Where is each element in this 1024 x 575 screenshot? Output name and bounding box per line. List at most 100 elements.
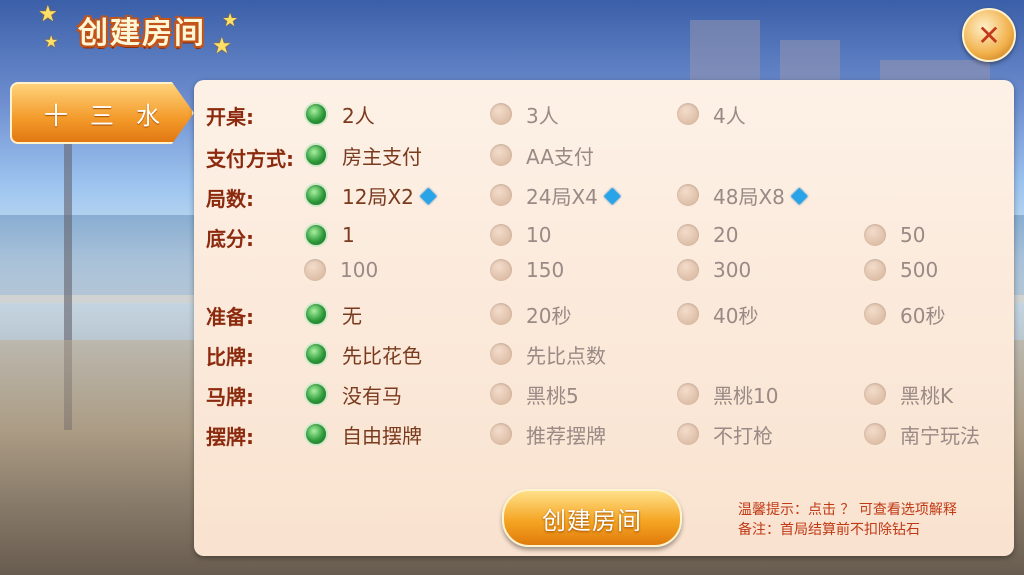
radio-unselected [864,303,886,325]
radio-selected [304,102,328,126]
row-label-base-score: 底分: [206,223,298,252]
option-label: 不打枪 [713,423,773,448]
option-arrange-no-gun[interactable]: 不打枪 [677,421,773,448]
option-score-10[interactable]: 10 [490,222,551,248]
option-label: 无 [342,303,362,328]
star-icon: ★ [222,10,239,31]
row-label-ready: 准备: [206,301,298,330]
option-table-2[interactable]: 2人 [304,101,375,128]
radio-unselected [677,303,699,325]
diamond-icon: ◆ [603,182,621,208]
option-score-150[interactable]: 150 [490,257,564,283]
radio-unselected [864,383,886,405]
option-label: 黑桃10 [713,383,779,408]
option-rounds-12[interactable]: 12局X2 ◆ [304,182,437,209]
option-ready-20s[interactable]: 20秒 [490,301,571,328]
tip-hint: 温馨提示：点击 ？ 可查看选项解释 [738,502,957,518]
option-label: 150 [526,258,565,282]
option-pay-owner[interactable]: 房主支付 [304,142,422,169]
option-label: 20 [713,223,739,247]
radio-unselected [677,383,699,405]
option-score-500[interactable]: 500 [864,257,938,283]
row-label-text: 开桌: [206,105,254,129]
option-label: 10 [526,223,552,247]
option-horse-spade5[interactable]: 黑桃5 [490,381,579,408]
option-label: 没有马 [342,383,402,408]
create-room-label: 创建房间 [542,506,642,535]
row-label-arrange: 摆牌: [206,421,298,450]
diamond-icon: ◆ [419,182,437,208]
option-label: 50 [900,223,926,247]
row-label-table: 开桌: [206,101,298,130]
radio-selected [304,422,328,446]
radio-unselected [490,144,512,166]
option-label: 3人 [526,103,559,128]
radio-selected [304,183,328,207]
close-icon: ✕ [977,18,1001,52]
option-label: 4人 [713,103,746,128]
option-rounds-48[interactable]: 48局X8 ◆ [677,182,808,209]
radio-unselected [864,259,886,281]
option-rounds-24[interactable]: 24局X4 ◆ [490,182,621,209]
row-label-text: 准备: [206,305,254,329]
close-button[interactable]: ✕ [962,8,1016,62]
option-score-1[interactable]: 1 [304,222,355,248]
option-label: AA支付 [526,144,594,169]
option-compare-points[interactable]: 先比点数 [490,341,606,368]
option-label: 黑桃K [900,383,954,408]
radio-selected [304,382,328,406]
radio-unselected [864,423,886,445]
option-score-100[interactable]: 100 [304,257,378,283]
option-ready-60s[interactable]: 60秒 [864,301,946,328]
radio-selected [304,342,328,366]
create-room-button[interactable]: 创建房间 [502,489,682,547]
tab-shisanshui[interactable]: 十三水 [10,82,194,144]
radio-unselected [490,303,512,325]
radio-selected [304,223,328,247]
option-label: 12局X2 [342,184,414,209]
row-label-text: 支付方式: [206,147,294,171]
option-score-20[interactable]: 20 [677,222,738,248]
radio-unselected [677,224,699,246]
radio-unselected [490,383,512,405]
option-compare-suit[interactable]: 先比花色 [304,341,422,368]
option-label: 40秒 [713,303,759,328]
option-label: 1 [342,223,355,247]
option-label: 24局X4 [526,184,598,209]
option-label: 南宁玩法 [900,423,980,448]
option-label: 先比点数 [526,343,606,368]
row-label-payment: 支付方式: [206,143,298,172]
option-score-50[interactable]: 50 [864,222,925,248]
option-horse-spade10[interactable]: 黑桃10 [677,381,779,408]
option-arrange-recommend[interactable]: 推荐摆牌 [490,421,606,448]
option-arrange-free[interactable]: 自由摆牌 [304,421,422,448]
option-ready-40s[interactable]: 40秒 [677,301,759,328]
row-label-text: 局数: [206,187,254,211]
star-icon: ★ [38,2,58,27]
option-table-4[interactable]: 4人 [677,101,746,128]
option-label: 300 [713,258,752,282]
option-label: 房主支付 [342,144,422,169]
option-arrange-nanning[interactable]: 南宁玩法 [864,421,980,448]
option-horse-spadek[interactable]: 黑桃K [864,381,954,408]
option-score-300[interactable]: 300 [677,257,751,283]
radio-unselected [490,184,512,206]
option-pay-aa[interactable]: AA支付 [490,142,594,169]
radio-unselected [677,184,699,206]
radio-unselected [490,103,512,125]
option-label: 100 [340,258,379,282]
option-label: 自由摆牌 [342,423,422,448]
row-label-rounds: 局数: [206,183,298,212]
option-ready-none[interactable]: 无 [304,301,362,328]
radio-unselected [490,343,512,365]
option-table-3[interactable]: 3人 [490,101,559,128]
option-label: 推荐摆牌 [526,423,606,448]
option-horse-none[interactable]: 没有马 [304,381,402,408]
star-icon: ★ [212,34,232,59]
row-label-horse-card: 马牌: [206,381,298,410]
option-label: 黑桃5 [526,383,579,408]
option-label: 60秒 [900,303,946,328]
tip-note: 备注：首局结算前不扣除钻石 [738,522,920,538]
title-badge: ★ ★ ★ ★ 创建房间 [24,2,260,59]
radio-unselected [304,259,326,281]
